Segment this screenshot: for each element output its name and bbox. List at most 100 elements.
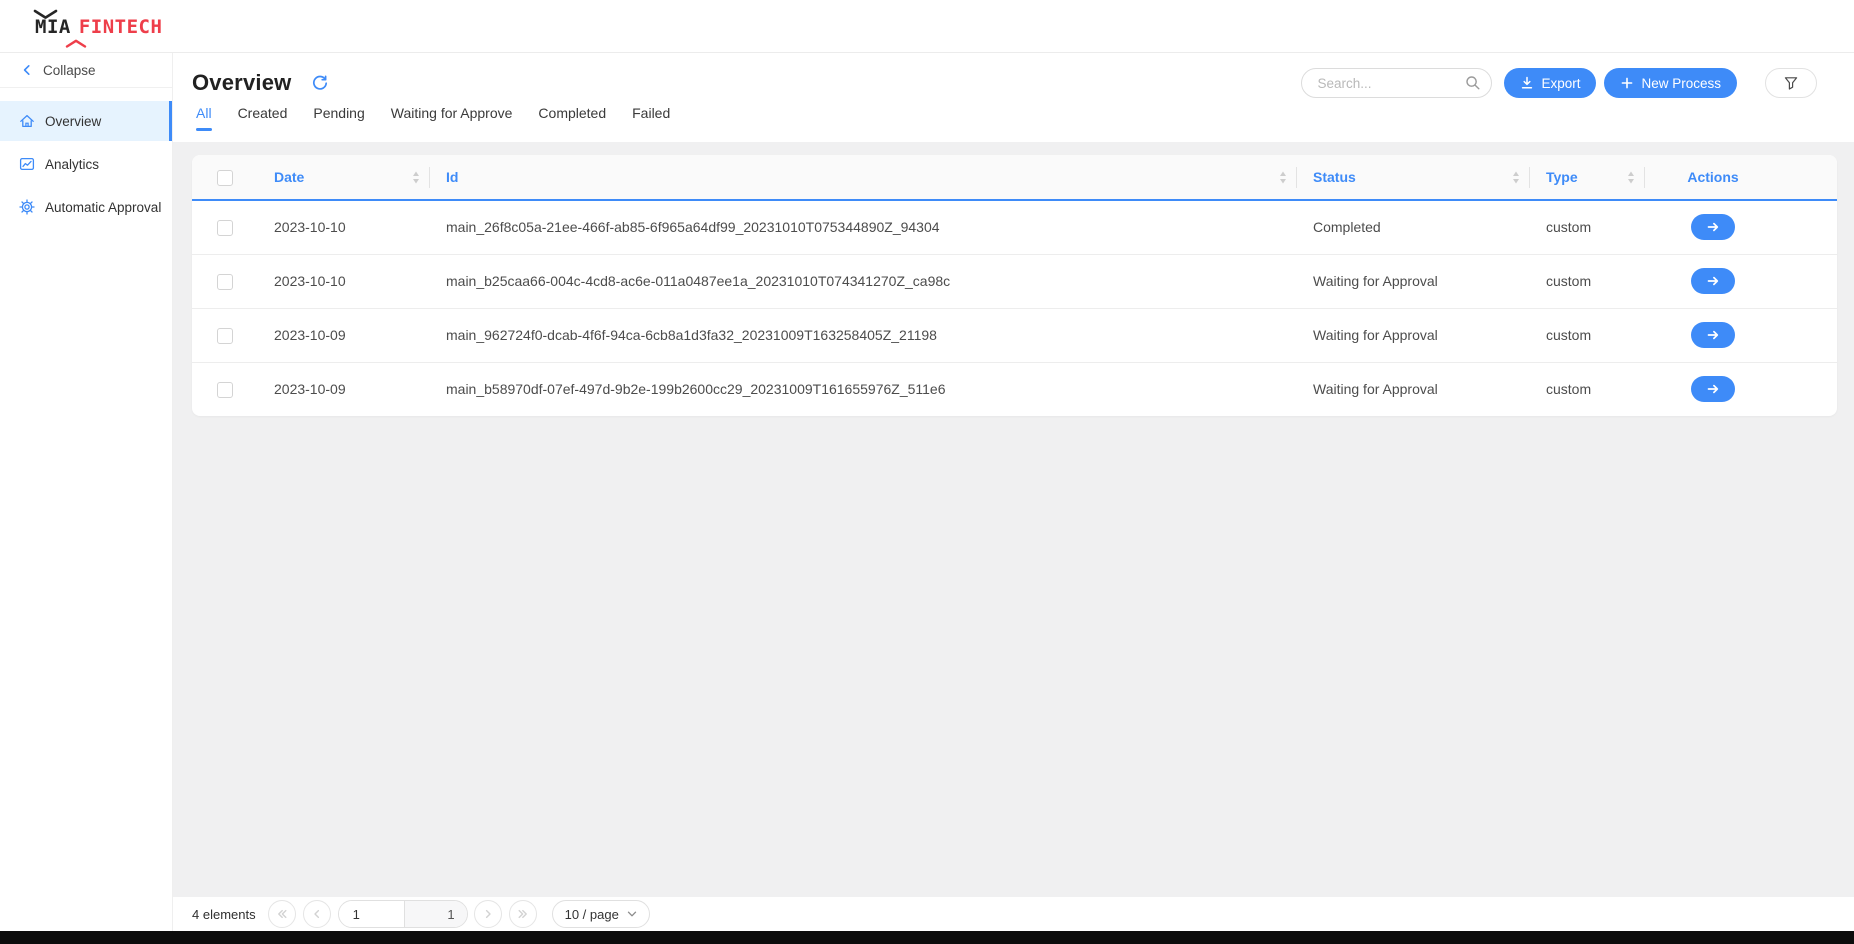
table-row: 2023-10-09 main_962724f0-dcab-4f6f-94ca-…: [192, 308, 1837, 362]
bottom-black-bar: [0, 931, 1854, 944]
cell-type: custom: [1530, 254, 1645, 308]
sidebar-item-overview[interactable]: Overview: [0, 101, 172, 141]
filter-button[interactable]: [1765, 68, 1817, 98]
funnel-icon: [1783, 75, 1799, 91]
arrow-right-icon: [1705, 327, 1721, 343]
gear-icon: [19, 199, 35, 215]
column-header-date[interactable]: Date: [258, 155, 430, 200]
tab-created[interactable]: Created: [238, 103, 288, 135]
logo-chevron-up-icon: [65, 39, 87, 48]
cell-status: Waiting for Approval: [1297, 254, 1530, 308]
row-open-button[interactable]: [1691, 214, 1735, 240]
app-window: MIA FINTECH Collapse Overview: [0, 0, 1854, 944]
process-table-card: Date Id Status: [192, 155, 1837, 416]
content-area: Date Id Status: [173, 142, 1854, 897]
logo: MIA FINTECH: [35, 18, 162, 37]
logo-text: MIA FINTECH: [35, 18, 162, 37]
row-open-button[interactable]: [1691, 268, 1735, 294]
sidebar: Collapse Overview Analytics: [0, 53, 173, 931]
cell-date: 2023-10-10: [258, 200, 430, 254]
sort-icon: [1279, 171, 1287, 184]
table-row: 2023-10-10 main_26f8c05a-21ee-466f-ab85-…: [192, 200, 1837, 254]
cell-id: main_962724f0-dcab-4f6f-94ca-6cb8a1d3fa3…: [430, 308, 1297, 362]
refresh-button[interactable]: [312, 75, 328, 91]
sidebar-collapse-button[interactable]: Collapse: [0, 53, 172, 88]
total-elements-label: 4 elements: [192, 907, 256, 922]
select-all-checkbox[interactable]: [217, 170, 233, 186]
arrow-right-icon: [1705, 381, 1721, 397]
new-process-label: New Process: [1641, 76, 1721, 91]
row-checkbox[interactable]: [217, 382, 233, 398]
chevron-down-icon: [627, 910, 637, 918]
sidebar-item-label: Analytics: [45, 157, 99, 172]
table-body: 2023-10-10 main_26f8c05a-21ee-466f-ab85-…: [192, 200, 1837, 416]
search-box: [1301, 68, 1492, 98]
current-page-input[interactable]: 1: [339, 901, 405, 927]
chevron-left-icon: [20, 63, 34, 77]
column-header-type[interactable]: Type: [1530, 155, 1645, 200]
arrow-right-icon: [1705, 219, 1721, 235]
logo-fintech: FINTECH: [79, 18, 163, 37]
cell-date: 2023-10-09: [258, 362, 430, 416]
download-icon: [1520, 76, 1534, 90]
tab-waiting-for-approve[interactable]: Waiting for Approve: [391, 103, 513, 135]
search-input[interactable]: [1301, 68, 1492, 98]
double-chevron-left-icon: [276, 908, 288, 920]
next-page-button[interactable]: [474, 900, 502, 928]
cell-type: custom: [1530, 362, 1645, 416]
cell-status: Waiting for Approval: [1297, 308, 1530, 362]
tab-all[interactable]: All: [196, 103, 212, 135]
cell-date: 2023-10-10: [258, 254, 430, 308]
tab-failed[interactable]: Failed: [632, 103, 670, 135]
sort-icon: [1627, 171, 1635, 184]
row-checkbox[interactable]: [217, 220, 233, 236]
cell-date: 2023-10-09: [258, 308, 430, 362]
sidebar-item-label: Overview: [45, 114, 101, 129]
main-header: Overview Export: [173, 53, 1854, 142]
tab-pending[interactable]: Pending: [313, 103, 364, 135]
chevron-left-icon: [311, 908, 323, 920]
column-header-status[interactable]: Status: [1297, 155, 1530, 200]
first-page-button[interactable]: [268, 900, 296, 928]
sidebar-menu: Overview Analytics Automatic Approval: [0, 101, 172, 227]
process-table: Date Id Status: [192, 155, 1837, 416]
topbar: MIA FINTECH: [0, 0, 1854, 53]
new-process-button[interactable]: New Process: [1604, 68, 1737, 98]
cell-id: main_b25caa66-004c-4cd8-ac6e-011a0487ee1…: [430, 254, 1297, 308]
tab-completed[interactable]: Completed: [538, 103, 606, 135]
cell-type: custom: [1530, 200, 1645, 254]
export-label: Export: [1541, 76, 1580, 91]
collapse-label: Collapse: [43, 63, 96, 78]
export-button[interactable]: Export: [1504, 68, 1596, 98]
search-icon: [1465, 75, 1481, 91]
page-title: Overview: [192, 70, 291, 96]
sort-icon: [1512, 171, 1520, 184]
cell-id: main_b58970df-07ef-497d-9b2e-199b2600cc2…: [430, 362, 1297, 416]
row-checkbox[interactable]: [217, 328, 233, 344]
prev-page-button[interactable]: [303, 900, 331, 928]
chevron-right-icon: [482, 908, 494, 920]
page-size-select[interactable]: 10 / page: [552, 900, 650, 928]
double-chevron-right-icon: [517, 908, 529, 920]
row-open-button[interactable]: [1691, 376, 1735, 402]
row-open-button[interactable]: [1691, 322, 1735, 348]
refresh-icon: [312, 75, 328, 91]
home-icon: [19, 113, 35, 129]
chart-icon: [19, 156, 35, 172]
table-row: 2023-10-09 main_b58970df-07ef-497d-9b2e-…: [192, 362, 1837, 416]
logo-chevron-down-icon: [33, 9, 58, 20]
pagination-bar: 4 elements 1 1 10 / page: [173, 897, 1854, 931]
last-page-button[interactable]: [509, 900, 537, 928]
main-area: Overview Export: [173, 53, 1854, 931]
sort-icon: [412, 171, 420, 184]
page-size-label: 10 / page: [565, 907, 619, 922]
column-header-actions: Actions: [1645, 155, 1837, 200]
arrow-right-icon: [1705, 273, 1721, 289]
page-indicator: 1 1: [338, 900, 468, 928]
tabs: All Created Pending Waiting for Approve Comp…: [173, 103, 1854, 142]
row-checkbox[interactable]: [217, 274, 233, 290]
sidebar-item-analytics[interactable]: Analytics: [0, 144, 172, 184]
column-header-id[interactable]: Id: [430, 155, 1297, 200]
sidebar-item-automatic-approval[interactable]: Automatic Approval: [0, 187, 172, 227]
plus-icon: [1620, 76, 1634, 90]
